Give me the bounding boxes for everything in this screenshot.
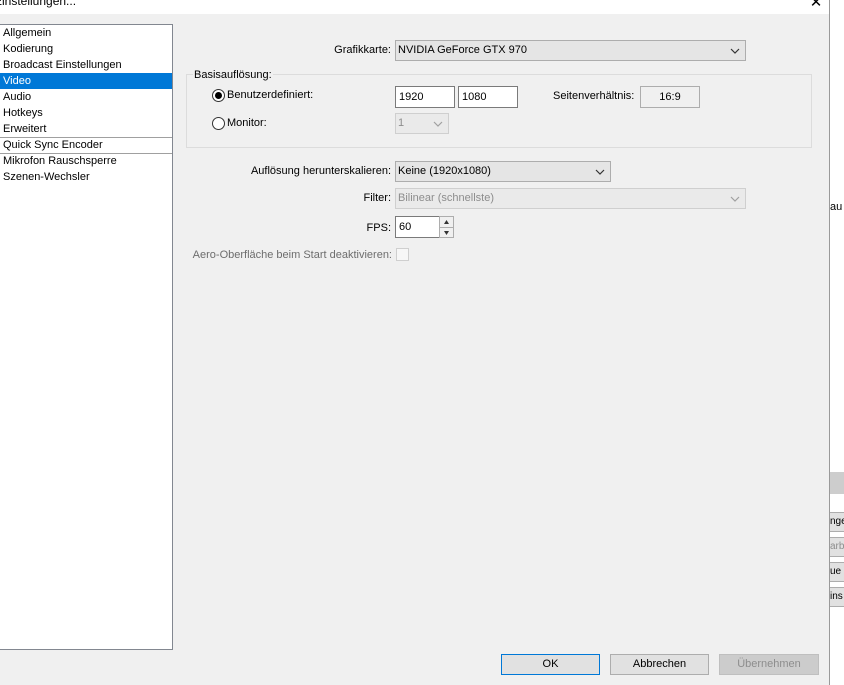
- category-szenen-wechsler[interactable]: Szenen-Wechsler: [0, 169, 172, 185]
- herunterskalieren-value: Keine (1920x1080): [398, 165, 491, 177]
- chevron-down-icon: [730, 48, 740, 54]
- herunterskalieren-select[interactable]: Keine (1920x1080): [395, 161, 611, 182]
- background-button: arb: [830, 537, 844, 557]
- chevron-down-icon: [595, 169, 605, 175]
- fps-spinner[interactable]: [439, 216, 454, 238]
- close-icon[interactable]: ✕: [805, 0, 827, 12]
- seitenverhaeltnis-label: Seitenverhältnis:: [553, 90, 635, 102]
- background-button: ue: [830, 562, 844, 582]
- aero-label: Aero-Oberfläche beim Start deaktivieren:: [192, 249, 392, 261]
- radio-dot: [215, 92, 222, 99]
- category-kodierung[interactable]: Kodierung: [0, 41, 172, 57]
- window-title: Einstellungen...: [0, 0, 77, 8]
- background-button: nge: [830, 512, 844, 532]
- seitenverhaeltnis-value: 16:9: [640, 86, 700, 108]
- chevron-down-icon: [730, 196, 740, 202]
- category-video[interactable]: Video: [0, 73, 172, 89]
- basisaufloesung-label: Basisauflösung:: [193, 69, 273, 81]
- fps-label: FPS:: [366, 222, 391, 234]
- spin-up-icon[interactable]: [440, 217, 453, 228]
- benutzerdefiniert-radio[interactable]: [212, 89, 225, 102]
- category-broadcast[interactable]: Broadcast Einstellungen: [0, 57, 172, 73]
- grafikkarte-select[interactable]: NVIDIA GeForce GTX 970: [395, 40, 746, 61]
- category-quick-sync[interactable]: Quick Sync Encoder: [0, 137, 172, 153]
- category-hotkeys[interactable]: Hotkeys: [0, 105, 172, 121]
- herunterskalieren-label: Auflösung herunterskalieren:: [250, 165, 391, 177]
- category-erweitert[interactable]: Erweitert: [0, 121, 172, 137]
- width-input[interactable]: 1920: [395, 86, 455, 108]
- cancel-button[interactable]: Abbrechen: [610, 654, 709, 675]
- ok-button[interactable]: OK: [501, 654, 600, 675]
- fps-input[interactable]: 60: [395, 216, 441, 238]
- category-allgemein[interactable]: Allgemein: [0, 25, 172, 41]
- monitor-label: Monitor:: [227, 117, 267, 129]
- monitor-select[interactable]: 1: [395, 113, 449, 134]
- monitor-radio[interactable]: [212, 117, 225, 130]
- benutzerdefiniert-label: Benutzerdefiniert:: [227, 89, 314, 101]
- background-text: au: [830, 201, 843, 213]
- background-scrollbar: [830, 472, 844, 494]
- spin-down-icon[interactable]: [440, 228, 453, 238]
- grafikkarte-label: Grafikkarte:: [334, 44, 391, 56]
- title-bar: Einstellungen... ✕: [0, 0, 829, 14]
- category-audio[interactable]: Audio: [0, 89, 172, 105]
- settings-category-list[interactable]: Allgemein Kodierung Broadcast Einstellun…: [0, 24, 173, 650]
- chevron-down-icon: [433, 121, 443, 127]
- filter-label: Filter:: [363, 192, 392, 204]
- filter-select[interactable]: Bilinear (schnellste): [395, 188, 746, 209]
- background-button: ins: [830, 587, 844, 607]
- background-window: au nge arb ue ins: [829, 0, 844, 685]
- triangle-down-icon: [444, 231, 449, 235]
- grafikkarte-value: NVIDIA GeForce GTX 970: [398, 44, 527, 56]
- category-mikrofon[interactable]: Mikrofon Rauschsperre: [0, 153, 172, 169]
- triangle-up-icon: [444, 220, 449, 224]
- height-input[interactable]: 1080: [458, 86, 518, 108]
- filter-value: Bilinear (schnellste): [398, 192, 494, 204]
- apply-button[interactable]: Übernehmen: [719, 654, 819, 675]
- aero-checkbox[interactable]: [396, 248, 409, 261]
- monitor-value: 1: [398, 117, 405, 129]
